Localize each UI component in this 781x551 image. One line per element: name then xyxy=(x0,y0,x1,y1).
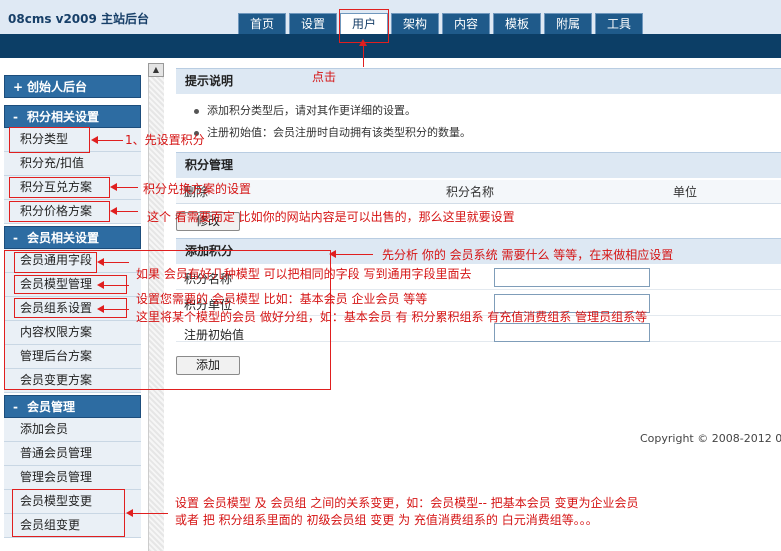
annotation-models: 设置您需要的 会员模型 比如：基本会员 企业会员 等等 xyxy=(136,292,428,306)
sidebar-head-points[interactable]: - 积分相关设置 xyxy=(4,105,141,128)
tab-structure[interactable]: 架构 xyxy=(391,13,439,34)
sidebar-head-label: 会员管理 xyxy=(27,400,76,414)
sidebar-item-admin-members[interactable]: 管理会员管理 xyxy=(4,466,141,490)
sidebar-head-label: 会员相关设置 xyxy=(27,231,100,245)
annotation-click: 点击 xyxy=(312,70,337,84)
minus-icon: - xyxy=(13,400,18,414)
tips-title: 提示说明 xyxy=(176,68,781,94)
arrow-left-icon xyxy=(97,305,129,313)
annotation-box-price xyxy=(9,201,110,222)
annotation-exchange: 积分兑换方案的设置 xyxy=(143,182,252,196)
tip-line: 添加积分类型后，请对其作更详细的设置。 xyxy=(194,102,416,118)
sidebar-item-point-recharge[interactable]: 积分充/扣值 xyxy=(4,152,141,176)
point-name-input[interactable] xyxy=(494,268,650,287)
annotation-box-exchange xyxy=(9,177,110,198)
annotation-change-line2: 或者 把 积分组系里面的 初级会员组 变更 为 充值消费组系的 白元消费组等。。… xyxy=(175,513,598,527)
tip-line: 注册初始值：会员注册时自动拥有该类型积分的数量。 xyxy=(194,124,471,140)
column-name: 积分名称 xyxy=(446,185,495,199)
annotation-common-fields: 如果 会员有好几种模型 可以把相同的字段 写到通用字段里面去 xyxy=(136,267,472,281)
manage-title: 积分管理 xyxy=(176,152,781,178)
copyright: Copyright © 2008-2012 0 xyxy=(640,432,781,445)
bullet-icon xyxy=(194,108,199,114)
annotation-box-groups xyxy=(14,298,127,318)
arrow-left-icon xyxy=(329,250,373,258)
minus-icon: - xyxy=(13,110,18,124)
arrow-up-icon xyxy=(359,39,367,67)
arrow-left-icon xyxy=(97,281,129,289)
annotation-box-common-fields xyxy=(14,252,97,273)
sidebar-item-add-member[interactable]: 添加会员 xyxy=(4,418,141,442)
tab-home[interactable]: 首页 xyxy=(238,13,286,34)
sidebar-head-label: 创始人后台 xyxy=(27,80,88,94)
annotation-price: 这个 看需要而定 比如你的网站内容是可以出售的，那么这里就要设置 xyxy=(147,210,515,224)
tab-attachments[interactable]: 附属 xyxy=(544,13,592,34)
column-unit: 单位 xyxy=(673,185,698,199)
annotation-step1: 1、先设置积分 xyxy=(125,133,205,147)
annotation-groups: 这里将某个模型的会员 做好分组，如：基本会员 有 积分累积组系 有充值消费组系 … xyxy=(136,310,648,324)
sidebar-head-creator[interactable]: + 创始人后台 xyxy=(4,75,141,98)
minus-icon: - xyxy=(13,231,18,245)
sidebar-head-label: 积分相关设置 xyxy=(27,110,100,124)
tab-settings[interactable]: 设置 xyxy=(289,13,337,34)
arrow-left-icon xyxy=(110,207,138,215)
tab-content[interactable]: 内容 xyxy=(442,13,490,34)
annotation-analyze: 先分析 你的 会员系统 需要什么 等等，在来做相应设置 xyxy=(382,248,674,262)
tab-tools[interactable]: 工具 xyxy=(595,13,643,34)
arrow-left-icon xyxy=(110,183,138,191)
annotation-box-member-change xyxy=(12,489,125,537)
arrow-left-icon xyxy=(126,509,168,517)
header-band xyxy=(0,34,781,58)
sidebar-head-member[interactable]: - 会员相关设置 xyxy=(4,226,141,249)
plus-icon: + xyxy=(13,80,24,94)
initial-value-input[interactable] xyxy=(494,323,650,342)
sidebar-head-manage[interactable]: - 会员管理 xyxy=(4,395,141,418)
sidebar-item-normal-members[interactable]: 普通会员管理 xyxy=(4,442,141,466)
arrow-left-icon xyxy=(91,136,123,144)
arrow-left-icon xyxy=(97,258,129,266)
annotation-change-line1: 设置 会员模型 及 会员组 之间的关系变更，如：会员模型-- 把基本会员 变更为… xyxy=(175,496,639,510)
tab-templates[interactable]: 模板 xyxy=(493,13,541,34)
annotation-box-users-tab xyxy=(339,9,389,43)
table-header: 删除 积分名称 单位 xyxy=(176,180,781,204)
annotation-box-point-types xyxy=(9,127,90,153)
brand-title: 08cms v2009 主站后台 xyxy=(8,12,150,26)
scroll-up-icon[interactable]: ▲ xyxy=(148,63,164,77)
